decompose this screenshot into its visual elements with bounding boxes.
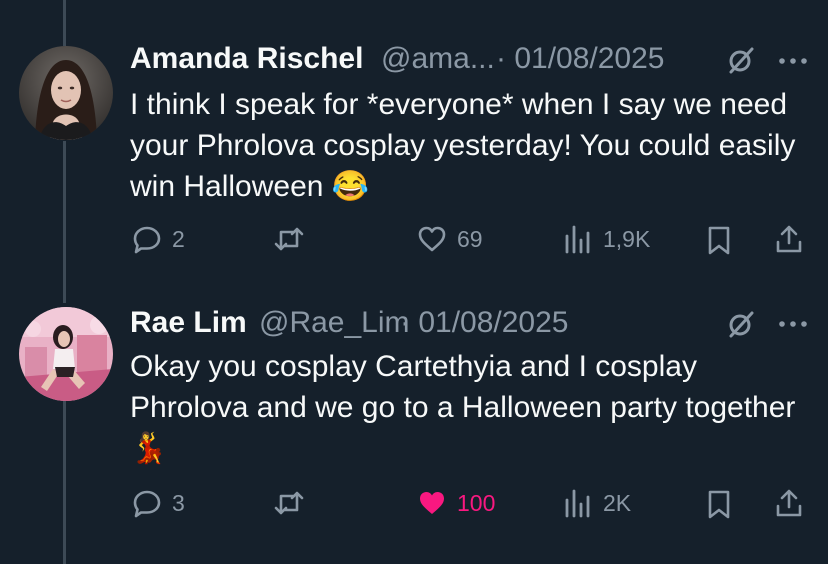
retweet-button[interactable]	[274, 488, 304, 518]
laughing-emoji: 😂	[331, 170, 370, 203]
thread-line-bottom	[63, 400, 66, 564]
like-button[interactable]: 100	[417, 488, 495, 518]
views-button[interactable]: 2K	[563, 488, 631, 518]
like-count: 100	[457, 489, 496, 516]
post-text: Okay you cosplay Cartethyia and I cospla…	[130, 346, 810, 469]
reply-button[interactable]: 3	[132, 488, 185, 518]
dancer-emoji: 💃	[130, 432, 168, 465]
like-icon	[418, 226, 446, 252]
author-name[interactable]: Amanda Rischel	[130, 42, 363, 76]
share-icon[interactable]	[774, 488, 804, 518]
like-button[interactable]: 69	[417, 224, 483, 254]
like-count: 69	[457, 225, 483, 252]
thread-line-top	[63, 0, 66, 46]
reply-count: 3	[172, 489, 185, 516]
post-date[interactable]: · 01/08/2025	[496, 42, 664, 76]
author-handle[interactable]: @Rae_Lim	[259, 306, 410, 340]
view-count: 2K	[603, 489, 632, 516]
retweet-icon	[274, 491, 304, 515]
grok-icon[interactable]	[726, 45, 756, 75]
retweet-button[interactable]	[274, 224, 304, 254]
post-text: I think I speak for *everyone* when I sa…	[130, 84, 810, 207]
post-date[interactable]: · 01/08/2025	[400, 306, 568, 340]
more-icon[interactable]	[778, 46, 808, 76]
like-icon-filled	[420, 492, 444, 514]
retweet-icon	[274, 227, 304, 251]
grok-icon[interactable]	[726, 309, 756, 339]
author-handle[interactable]: @ama...	[381, 42, 495, 76]
reply-button[interactable]: 2	[132, 224, 185, 254]
views-button[interactable]: 1,9K	[563, 224, 650, 254]
bookmark-icon[interactable]	[704, 489, 734, 519]
reply-icon	[133, 490, 161, 518]
share-icon[interactable]	[774, 224, 804, 254]
post-text-content: I think I speak for *everyone* when I sa…	[130, 88, 796, 203]
thread-line-middle	[63, 141, 66, 303]
reply-icon	[133, 226, 161, 254]
author-name[interactable]: Rae Lim	[130, 306, 247, 340]
views-icon	[565, 225, 590, 254]
bookmark-icon[interactable]	[704, 225, 734, 255]
more-icon[interactable]	[778, 309, 808, 339]
reply-count: 2	[172, 225, 185, 252]
avatar[interactable]	[19, 307, 113, 401]
post-text-content: Okay you cosplay Cartethyia and I cospla…	[130, 350, 796, 424]
avatar[interactable]	[19, 46, 113, 140]
views-icon	[565, 489, 590, 518]
view-count: 1,9K	[603, 225, 651, 252]
